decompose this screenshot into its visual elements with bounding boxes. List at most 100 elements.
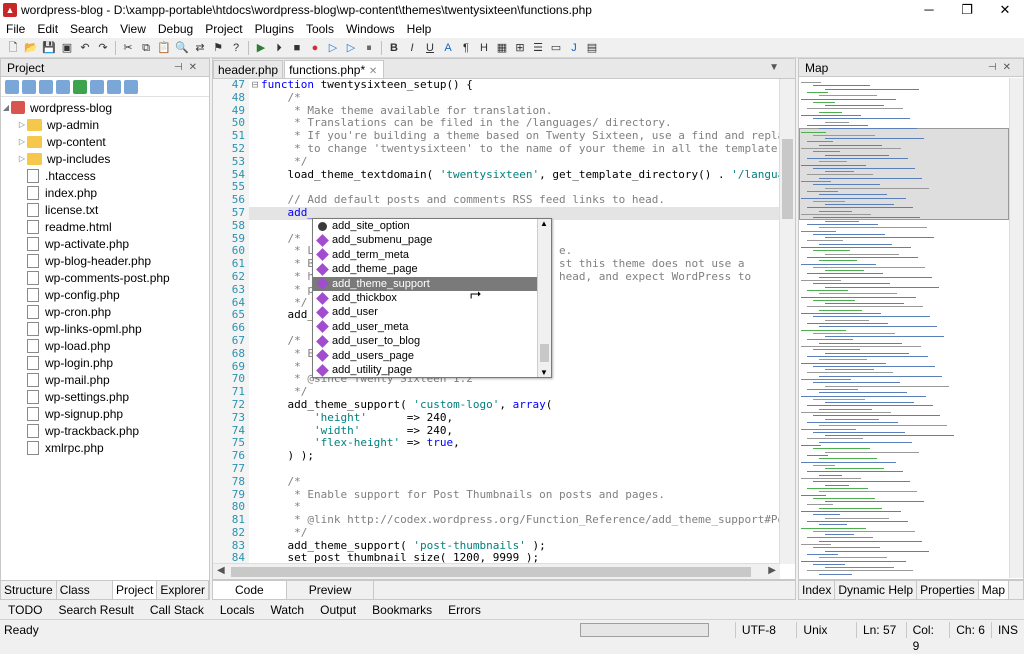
project-tool-icon[interactable] xyxy=(107,79,121,94)
tree-folder[interactable]: ▷ wp-includes xyxy=(1,150,209,167)
map-scrollbar[interactable] xyxy=(1009,78,1023,578)
status-line-endings[interactable]: Unix xyxy=(796,622,856,638)
bookmark-icon[interactable]: ⚑ xyxy=(211,41,225,55)
expand-icon[interactable]: ▷ xyxy=(17,154,27,163)
open-folder-icon[interactable]: 📂 xyxy=(24,41,38,55)
tab-errors[interactable]: Errors xyxy=(440,603,489,617)
tab-properties[interactable]: Properties xyxy=(917,581,979,599)
tree-file[interactable]: wp-signup.php xyxy=(1,405,209,422)
scroll-left-icon[interactable]: ◀ xyxy=(217,565,225,576)
tree-file[interactable]: readme.html xyxy=(1,218,209,235)
menu-windows[interactable]: Windows xyxy=(340,22,401,36)
menu-help[interactable]: Help xyxy=(401,22,438,36)
scroll-down-icon[interactable]: ▼ xyxy=(540,368,548,377)
panel-pin-close-icons[interactable]: ⊣✕ xyxy=(988,62,1017,73)
form-icon[interactable]: ▭ xyxy=(549,41,563,55)
tree-file[interactable]: wp-activate.php xyxy=(1,235,209,252)
code-line[interactable]: 76 ) ); xyxy=(213,449,780,463)
breakpoint-icon[interactable]: ● xyxy=(308,41,322,55)
tab-search-result[interactable]: Search Result xyxy=(50,603,141,617)
tab-watch[interactable]: Watch xyxy=(263,603,313,617)
list-icon[interactable]: ☰ xyxy=(531,41,545,55)
project-tool-icon[interactable] xyxy=(56,79,70,94)
project-tool-icon[interactable] xyxy=(22,79,36,94)
expand-icon[interactable]: ▷ xyxy=(17,137,27,146)
tab-dynamic-help[interactable]: Dynamic Help xyxy=(835,581,918,599)
project-tool-icon[interactable] xyxy=(5,79,19,94)
autocomplete-item[interactable]: add_submenu_page xyxy=(313,233,551,247)
tree-file[interactable]: wp-mail.php xyxy=(1,371,209,388)
tree-file[interactable]: wp-login.php xyxy=(1,354,209,371)
tree-file[interactable]: wp-comments-post.php xyxy=(1,269,209,286)
tab-structure[interactable]: Structure xyxy=(1,581,57,599)
project-tool-icon[interactable] xyxy=(73,79,87,94)
autocomplete-item[interactable]: add_user_meta xyxy=(313,320,551,334)
tree-file[interactable]: wp-blog-header.php xyxy=(1,252,209,269)
pause-icon[interactable]: ⏸ xyxy=(362,41,376,55)
scroll-thumb[interactable] xyxy=(231,567,751,577)
autocomplete-item[interactable]: add_theme_support xyxy=(313,276,551,291)
menu-debug[interactable]: Debug xyxy=(152,22,199,36)
code-minimap[interactable] xyxy=(799,78,1009,578)
tab-functions-php[interactable]: functions.php* ✕ xyxy=(284,60,385,78)
expand-icon[interactable]: ▷ xyxy=(17,120,27,129)
replace-icon[interactable]: ⇄ xyxy=(193,41,207,55)
tab-locals[interactable]: Locals xyxy=(212,603,263,617)
paste-icon[interactable]: 📋 xyxy=(157,41,171,55)
tree-file[interactable]: wp-load.php xyxy=(1,337,209,354)
tree-file[interactable]: wp-cron.php xyxy=(1,303,209,320)
menu-project[interactable]: Project xyxy=(199,22,248,36)
autocomplete-item[interactable]: add_thickbox xyxy=(313,291,551,305)
tab-code[interactable]: Code xyxy=(213,581,287,599)
tree-folder[interactable]: ▷ wp-admin xyxy=(1,116,209,133)
save-icon[interactable]: 💾 xyxy=(42,41,56,55)
tab-output[interactable]: Output xyxy=(312,603,364,617)
scroll-up-icon[interactable]: ▲ xyxy=(540,219,548,228)
tree-file[interactable]: wp-trackback.php xyxy=(1,422,209,439)
image-icon[interactable]: ▦ xyxy=(495,41,509,55)
step-into-icon[interactable]: ▷ xyxy=(326,41,340,55)
italic-icon[interactable]: I xyxy=(405,41,419,55)
tab-map[interactable]: Map xyxy=(978,581,1010,599)
tab-bookmarks[interactable]: Bookmarks xyxy=(364,603,440,617)
menu-tools[interactable]: Tools xyxy=(300,22,340,36)
javascript-icon[interactable]: J xyxy=(567,41,581,55)
autocomplete-scrollbar[interactable]: ▲ ▼ xyxy=(537,219,551,377)
tab-list-dropdown-icon[interactable]: ▼ xyxy=(769,62,779,73)
tree-file[interactable]: xmlrpc.php xyxy=(1,439,209,456)
collapse-icon[interactable]: ◢ xyxy=(1,103,11,112)
css-icon[interactable]: ▤ xyxy=(585,41,599,55)
editor-horizontal-scrollbar[interactable]: ◀ ▶ xyxy=(213,563,780,579)
project-tool-icon[interactable] xyxy=(39,79,53,94)
save-all-icon[interactable]: ▣ xyxy=(60,41,74,55)
menu-edit[interactable]: Edit xyxy=(31,22,64,36)
cut-icon[interactable]: ✂ xyxy=(121,41,135,55)
heading-icon[interactable]: H xyxy=(477,41,491,55)
autocomplete-item[interactable]: add_term_meta xyxy=(313,248,551,262)
menu-search[interactable]: Search xyxy=(64,22,114,36)
tree-file[interactable]: index.php xyxy=(1,184,209,201)
step-over-icon[interactable]: ▷ xyxy=(344,41,358,55)
tree-root[interactable]: ◢ wordpress-blog xyxy=(1,99,209,116)
tree-file[interactable]: wp-links-opml.php xyxy=(1,320,209,337)
tree-file[interactable]: license.txt xyxy=(1,201,209,218)
tab-header-php[interactable]: header.php xyxy=(213,60,284,78)
panel-pin-close-icons[interactable]: ⊣✕ xyxy=(174,62,203,73)
restore-icon[interactable]: ❐ xyxy=(948,0,986,20)
autocomplete-item[interactable]: add_user_to_blog xyxy=(313,334,551,348)
tab-explorer[interactable]: Explorer xyxy=(157,581,209,599)
close-icon[interactable]: ✕ xyxy=(986,0,1024,20)
tab-todo[interactable]: TODO xyxy=(0,603,50,617)
tab-project[interactable]: Project xyxy=(112,581,158,599)
bold-icon[interactable]: B xyxy=(387,41,401,55)
autocomplete-item[interactable]: add_utility_page xyxy=(313,363,551,377)
project-tool-icon[interactable] xyxy=(90,79,104,94)
scroll-thumb[interactable] xyxy=(782,139,793,219)
autocomplete-item[interactable]: add_theme_page xyxy=(313,262,551,276)
help-icon[interactable]: ? xyxy=(229,41,243,55)
autocomplete-item[interactable]: add_site_option xyxy=(313,219,551,233)
scroll-right-icon[interactable]: ▶ xyxy=(768,565,776,576)
autocomplete-item[interactable]: add_users_page xyxy=(313,349,551,363)
tree-folder[interactable]: ▷ wp-content xyxy=(1,133,209,150)
tab-preview[interactable]: Preview xyxy=(287,581,375,599)
